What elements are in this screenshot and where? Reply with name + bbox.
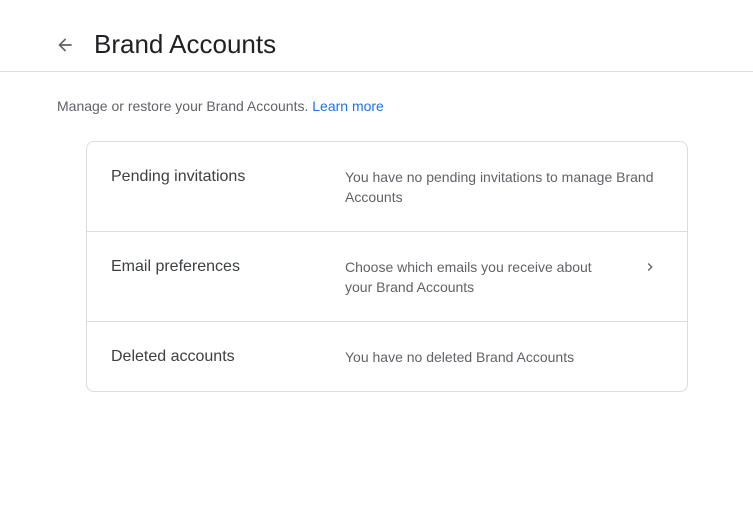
pending-invitations-row: Pending invitations You have no pending … bbox=[87, 142, 687, 232]
intro-text: Manage or restore your Brand Accounts. L… bbox=[57, 97, 384, 115]
row-label: Deleted accounts bbox=[111, 348, 235, 365]
row-value: Choose which emails you receive about yo… bbox=[345, 259, 592, 295]
brand-accounts-card: Pending invitations You have no pending … bbox=[86, 141, 688, 392]
learn-more-link[interactable]: Learn more bbox=[312, 98, 384, 114]
row-value: You have no deleted Brand Accounts bbox=[345, 349, 575, 365]
page-title: Brand Accounts bbox=[94, 29, 277, 59]
back-button[interactable] bbox=[50, 30, 80, 60]
row-value: You have no pending invitations to manag… bbox=[345, 169, 654, 205]
intro-description: Manage or restore your Brand Accounts. bbox=[57, 98, 313, 114]
page-header: Brand Accounts bbox=[0, 0, 753, 72]
chevron-right-icon bbox=[647, 263, 653, 271]
row-label: Pending invitations bbox=[111, 168, 246, 185]
email-preferences-row[interactable]: Email preferences Choose which emails yo… bbox=[87, 232, 687, 322]
arrow-back-icon bbox=[58, 38, 72, 52]
deleted-accounts-row: Deleted accounts You have no deleted Bra… bbox=[87, 322, 687, 391]
row-label: Email preferences bbox=[111, 258, 240, 275]
